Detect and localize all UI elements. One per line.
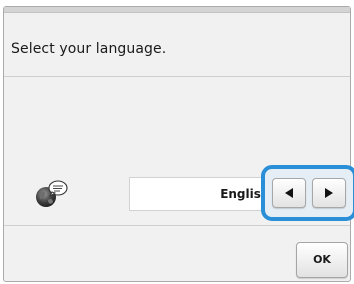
top-strip — [4, 7, 350, 13]
divider — [4, 76, 350, 77]
language-value: Englisl — [129, 177, 269, 211]
language-setup-screen: Select your language. Englisl OK — [0, 0, 354, 284]
prompt-text: Select your language. — [11, 41, 167, 57]
globe-speech-icon — [34, 179, 70, 209]
language-arrow-group — [261, 165, 354, 221]
next-language-button[interactable] — [312, 178, 346, 208]
right-triangle-icon — [323, 187, 335, 199]
left-triangle-icon — [283, 187, 295, 199]
previous-language-button[interactable] — [272, 178, 306, 208]
divider — [4, 225, 350, 226]
dialog-panel: Select your language. Englisl OK — [3, 6, 354, 282]
ok-button[interactable]: OK — [296, 242, 348, 278]
